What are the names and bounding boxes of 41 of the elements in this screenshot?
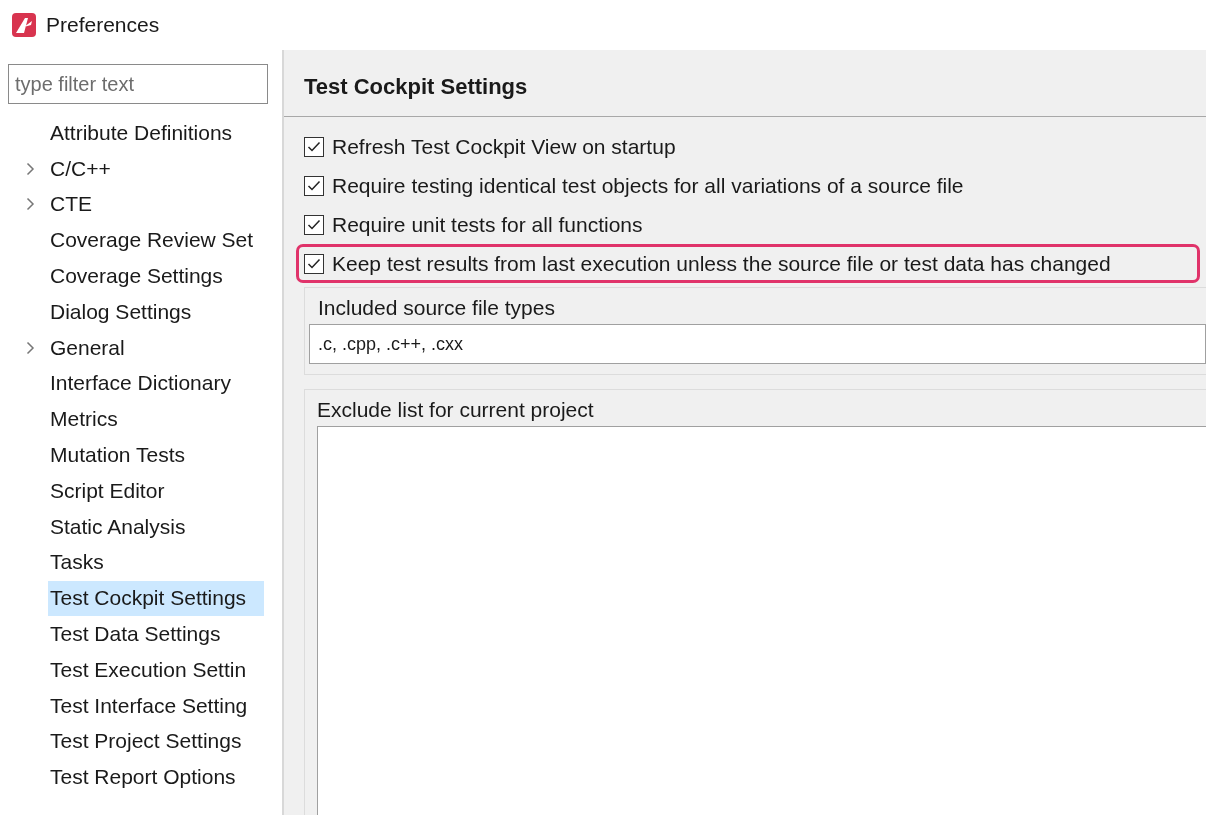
page-title: Test Cockpit Settings [284,50,1206,117]
checkbox[interactable] [304,136,324,157]
tree-item[interactable]: Mutation Tests [48,437,264,473]
group-label: Exclude list for current project [317,397,595,423]
tree-item[interactable]: Metrics [48,401,264,437]
tree-item[interactable]: Script Editor [48,473,264,509]
group-label: Included source file types [317,295,556,321]
checkbox[interactable] [304,214,324,235]
checkmark-icon [307,257,321,270]
tree-item[interactable]: Dialog Settings [48,294,264,330]
tree-item[interactable]: Interface Dictionary [48,365,264,401]
tree-item[interactable]: Test Execution Settin [48,652,264,688]
tree-item[interactable]: Static Analysis [48,509,264,545]
tree-item[interactable]: Test Data Settings [48,616,264,652]
checkmark-icon [307,140,321,153]
tree-item[interactable]: Test Interface Setting [48,688,264,724]
tree-item[interactable]: Attribute Definitions [48,115,264,151]
checkbox[interactable] [304,175,324,196]
tree-item[interactable]: Coverage Settings [48,258,264,294]
tree-item[interactable]: Tasks [48,544,264,580]
chevron-right-icon[interactable] [26,340,35,355]
filter-field[interactable]: type filter text [8,64,268,104]
checkmark-icon [307,179,321,192]
tree-item[interactable]: General [48,330,264,366]
app-logo-icon [12,13,36,37]
tree-item[interactable]: C/C++ [48,151,264,187]
checkbox[interactable] [304,253,324,274]
tree-item[interactable]: Coverage Review Set [48,222,264,258]
tree-item[interactable]: Test Project Settings [48,723,264,759]
checkbox-label: Refresh Test Cockpit View on startup [332,134,676,159]
checkbox-label: Require testing identical test objects for all variations of a source file [332,173,964,198]
file-types-field[interactable]: .c, .cpp, .c++, .cxx [309,324,1206,364]
tree-item[interactable]: Test Report Options [48,759,264,795]
checkmark-icon [307,218,321,231]
checkbox-label: Keep test results from last execution unless the source file or test data has changed [332,251,1111,276]
checkbox-label: Require unit tests for all functions [332,212,643,237]
tree-item[interactable]: Test Cockpit Settings [48,580,264,616]
chevron-right-icon[interactable] [26,161,35,176]
chevron-right-icon[interactable] [26,197,35,212]
tree-item[interactable]: CTE [48,187,264,222]
window-title: Preferences [46,13,160,37]
